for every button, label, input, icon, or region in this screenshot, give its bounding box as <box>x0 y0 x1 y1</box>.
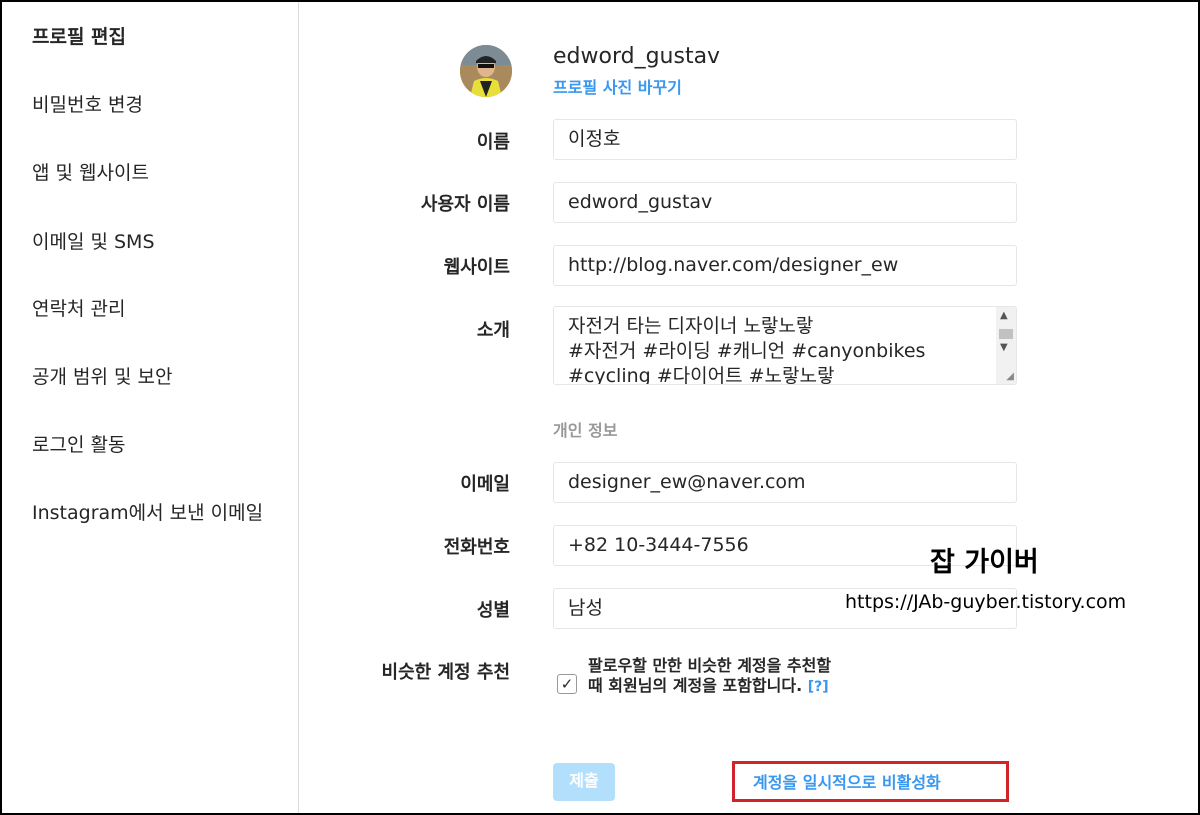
bio-textarea[interactable]: 자전거 타는 디자이너 노랗노랗 #자전거 #라이딩 #캐니언 #canyonb… <box>553 306 1017 385</box>
sidebar-item-change-password[interactable]: 비밀번호 변경 <box>32 92 282 118</box>
resize-grip-icon[interactable]: ◢ <box>1006 371 1014 382</box>
watermark-url: https://JAb-guyber.tistory.com <box>845 591 1127 613</box>
scroll-down-icon[interactable]: ▼ <box>1000 342 1008 353</box>
sidebar-item-manage-contacts[interactable]: 연락처 관리 <box>32 296 282 322</box>
bio-line: #cycling #다이어트 #노랗노랗 <box>568 365 835 385</box>
username-field[interactable]: edword_gustav <box>553 182 1017 223</box>
sidebar-item-login-activity[interactable]: 로그인 활동 <box>32 432 282 458</box>
sidebar-item-email-sms[interactable]: 이메일 및 SMS <box>32 229 282 255</box>
bio-label: 소개 <box>476 320 510 341</box>
similar-accounts-label: 비슷한 계정 추천 <box>381 662 510 683</box>
sidebar-item-edit-profile[interactable]: 프로필 편집 <box>32 24 282 50</box>
sidebar-item-apps-websites[interactable]: 앱 및 웹사이트 <box>32 160 282 186</box>
similar-accounts-text: 팔로우할 만한 비슷한 계정을 추천할 때 회원님의 계정을 포함합니다. <box>588 656 832 695</box>
similar-accounts-checkbox[interactable]: ✓ <box>557 674 577 694</box>
disable-account-link[interactable]: 계정을 일시적으로 비활성화 <box>753 769 941 793</box>
bio-line: 자전거 타는 디자이너 노랗노랗 <box>568 315 814 337</box>
phone-label: 전화번호 <box>443 537 510 558</box>
bio-line: #자전거 #라이딩 #캐니언 #canyonbikes <box>568 340 926 362</box>
private-info-heading: 개인 정보 <box>553 421 618 440</box>
gender-label: 성별 <box>476 600 510 621</box>
bio-text: 자전거 타는 디자이너 노랗노랗 #자전거 #라이딩 #캐니언 #canyonb… <box>568 314 988 385</box>
help-link[interactable]: [?] <box>808 679 829 695</box>
similar-accounts-description: 팔로우할 만한 비슷한 계정을 추천할 때 회원님의 계정을 포함합니다. [?… <box>588 656 838 697</box>
submit-button[interactable]: 제출 <box>553 763 615 801</box>
name-field[interactable]: 이정호 <box>553 119 1017 160</box>
sidebar-item-emails-from-instagram[interactable]: Instagram에서 보낸 이메일 <box>32 500 282 526</box>
avatar[interactable] <box>460 45 512 97</box>
scroll-up-icon[interactable]: ▲ <box>1000 310 1008 321</box>
profile-username: edword_gustav <box>553 44 721 69</box>
settings-sidebar: 프로필 편집 비밀번호 변경 앱 및 웹사이트 이메일 및 SMS 연락처 관리… <box>2 2 299 813</box>
website-field[interactable]: http://blog.naver.com/designer_ew <box>553 245 1017 286</box>
name-label: 이름 <box>476 132 510 153</box>
checkmark-icon: ✓ <box>560 675 574 693</box>
change-profile-photo-link[interactable]: 프로필 사진 바꾸기 <box>553 74 682 98</box>
avatar-image <box>460 45 512 97</box>
scroll-thumb[interactable] <box>999 329 1013 339</box>
sidebar-item-privacy-security[interactable]: 공개 범위 및 보안 <box>32 364 282 390</box>
username-label: 사용자 이름 <box>420 194 510 215</box>
website-label: 웹사이트 <box>443 257 510 278</box>
watermark-title: 잡 가이버 <box>930 547 1039 578</box>
email-label: 이메일 <box>460 474 510 495</box>
email-field[interactable]: designer_ew@naver.com <box>553 462 1017 503</box>
